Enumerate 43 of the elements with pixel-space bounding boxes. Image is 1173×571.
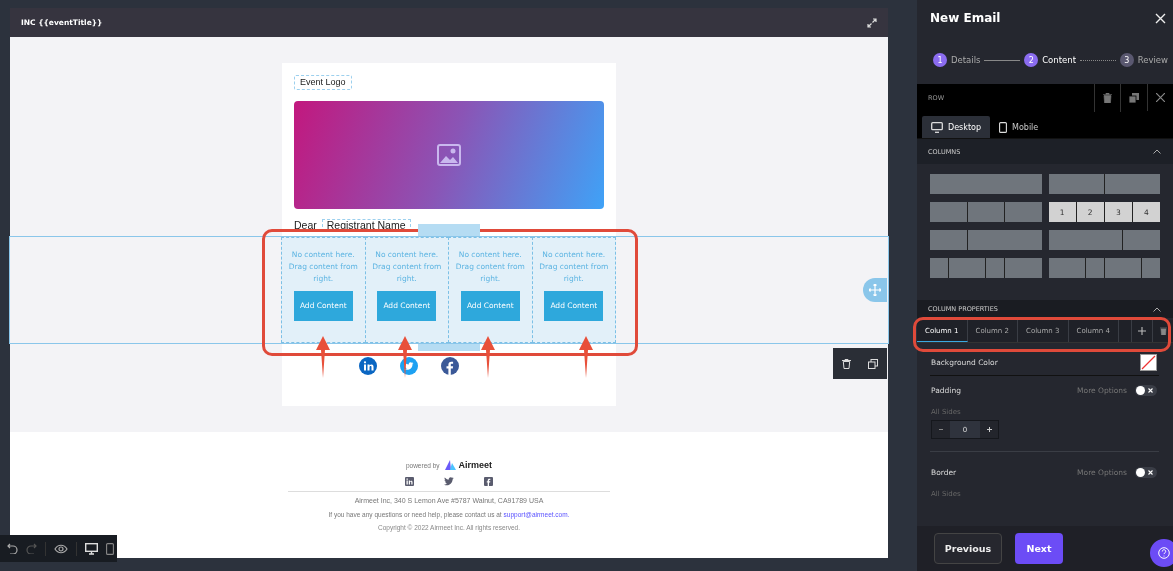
step[interactable]: 2 Content bbox=[1024, 53, 1076, 67]
move-handle[interactable] bbox=[863, 278, 887, 302]
undo-icon[interactable] bbox=[7, 543, 18, 554]
chevron-up-icon[interactable] bbox=[1153, 306, 1161, 312]
view-tab[interactable]: Mobile bbox=[990, 116, 1048, 138]
facebook-icon[interactable] bbox=[484, 477, 493, 486]
column-layout-option[interactable] bbox=[1048, 258, 1160, 278]
panel-title: New Email bbox=[930, 11, 1001, 25]
bird-icon[interactable] bbox=[444, 477, 454, 486]
expand-icon[interactable] bbox=[867, 17, 877, 28]
desktop-icon bbox=[931, 121, 943, 133]
desktop-icon[interactable] bbox=[85, 542, 98, 555]
previous-button[interactable]: Previous bbox=[934, 533, 1002, 564]
question-icon bbox=[1158, 547, 1170, 559]
step[interactable]: 3 Review bbox=[1119, 53, 1168, 67]
plus-icon[interactable] bbox=[1138, 327, 1146, 335]
facebook-icon[interactable] bbox=[441, 357, 459, 375]
view-tab[interactable]: Desktop bbox=[922, 116, 990, 138]
column-layout-option[interactable] bbox=[930, 258, 1042, 278]
step[interactable]: 1 Details bbox=[933, 53, 981, 67]
linkedin-icon[interactable] bbox=[359, 357, 377, 375]
logo-placeholder[interactable]: Event Logo bbox=[294, 75, 352, 90]
chevron-up-icon[interactable] bbox=[1153, 149, 1161, 154]
mobile-icon bbox=[999, 121, 1007, 133]
cross-icon bbox=[1148, 469, 1153, 475]
greeting-text: Dear bbox=[294, 219, 317, 231]
image-icon bbox=[437, 144, 461, 166]
toggle-switch[interactable] bbox=[1135, 466, 1157, 478]
row-handle[interactable] bbox=[418, 344, 480, 351]
trash-icon[interactable] bbox=[1159, 327, 1167, 335]
mobile-icon[interactable] bbox=[106, 542, 114, 555]
linkedin-icon[interactable] bbox=[405, 477, 414, 486]
brand-name: Airmeet bbox=[458, 460, 493, 470]
eye-icon[interactable] bbox=[54, 543, 68, 554]
merge-tag[interactable]: Registrant Name bbox=[321, 219, 411, 232]
logo-icon bbox=[444, 460, 456, 470]
cross-icon bbox=[1148, 387, 1153, 393]
duplicate-icon[interactable] bbox=[868, 358, 879, 369]
color-swatch[interactable] bbox=[1140, 353, 1157, 371]
next-button[interactable]: Next bbox=[1015, 533, 1063, 564]
plus-icon[interactable] bbox=[986, 427, 992, 432]
toggle-switch[interactable] bbox=[1135, 384, 1157, 396]
row-handle[interactable] bbox=[418, 224, 480, 236]
